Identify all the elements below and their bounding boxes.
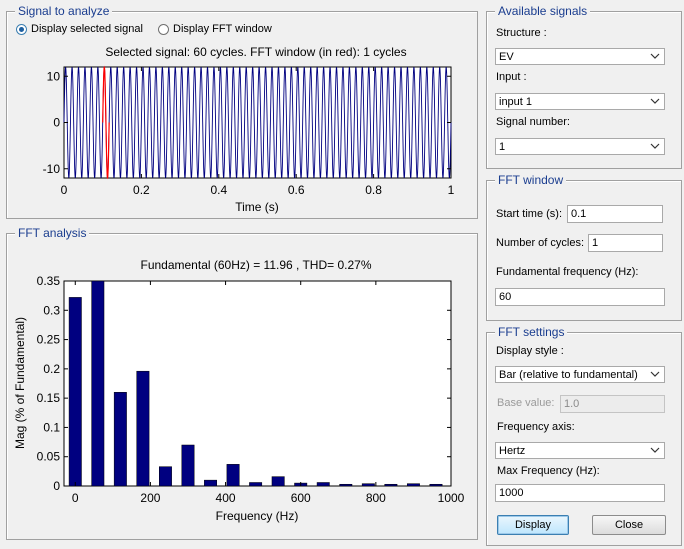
fft-y-tick-label: 0.25 — [37, 333, 61, 347]
fft-y-tick-label: 0.1 — [43, 420, 60, 434]
structure-label: Structure : — [496, 27, 547, 39]
signal-y-tick-label: 0 — [53, 116, 60, 130]
frequency-axis-label: Frequency axis: — [497, 421, 575, 433]
fft-bar — [159, 466, 172, 487]
fft-plot: Fundamental (60Hz) = 11.96 , THD= 0.27% … — [13, 258, 465, 523]
signal-x-tick-label: 0 — [61, 183, 68, 197]
input-dropdown[interactable]: input 1 — [495, 93, 665, 110]
structure-value: EV — [499, 51, 514, 63]
chevron-down-icon — [650, 143, 660, 149]
start-time-field[interactable]: 0.1 — [567, 205, 663, 223]
max-frequency-label: Max Frequency (Hz): — [497, 465, 600, 477]
number-of-cycles-field[interactable]: 1 — [588, 234, 663, 252]
fft-bar — [68, 297, 82, 487]
fft-y-tick-label: 0.3 — [43, 303, 60, 317]
fft-bar — [384, 483, 398, 487]
base-value-label: Base value: — [497, 397, 555, 409]
fft-y-tick-label: 0.2 — [43, 362, 60, 376]
fft-x-tick-label: 0 — [72, 491, 79, 505]
display-style-value: Bar (relative to fundamental) — [499, 369, 638, 381]
signal-xlabel: Time (s) — [235, 200, 279, 214]
radio-display-selected-signal[interactable] — [16, 24, 27, 35]
radio-display-selected-label[interactable]: Display selected signal — [31, 23, 143, 35]
fft-bar — [339, 483, 353, 487]
frequency-axis-value: Hertz — [499, 445, 526, 457]
fft-y-tick-label: 0.15 — [37, 391, 61, 405]
max-frequency-value: 1000 — [499, 487, 524, 499]
radio-display-fft-window[interactable] — [158, 24, 169, 35]
fft-x-tick-label: 400 — [216, 491, 236, 505]
fft-bar — [316, 482, 330, 487]
max-frequency-field[interactable]: 1000 — [495, 484, 665, 502]
fft-y-tick-label: 0.05 — [37, 450, 61, 464]
fft-bar — [429, 483, 443, 487]
signal-plot-title: Selected signal: 60 cycles. FFT window (… — [105, 45, 406, 59]
fft-x-tick-label: 1000 — [438, 491, 465, 505]
display-button[interactable]: Display — [497, 515, 569, 535]
fundamental-frequency-label: Fundamental frequency (Hz): — [496, 266, 639, 278]
fft-x-tick-label: 200 — [140, 491, 160, 505]
chevron-down-icon — [650, 53, 660, 59]
fft-settings-title: FFT settings — [495, 325, 568, 339]
chevron-down-icon — [650, 98, 660, 104]
fft-x-tick-label: 600 — [291, 491, 311, 505]
input-value: input 1 — [499, 96, 533, 108]
signal-x-tick-label: 0.8 — [365, 183, 382, 197]
fft-bar — [406, 483, 420, 487]
fft-bar — [226, 464, 240, 487]
start-time-label: Start time (s): — [496, 208, 563, 220]
fft-y-tick-label: 0 — [53, 479, 60, 493]
chevron-down-icon — [650, 371, 660, 377]
fft-bar — [361, 483, 375, 487]
fft-bar — [113, 392, 127, 487]
signal-number-value: 1 — [499, 141, 506, 153]
number-of-cycles-value: 1 — [592, 237, 599, 249]
fft-y-tick-label: 0.35 — [37, 274, 61, 288]
signal-x-tick-label: 0.2 — [133, 183, 150, 197]
signal-y-tick-label: 10 — [47, 69, 61, 83]
base-value-field[interactable]: 1.0 — [560, 395, 665, 413]
chevron-down-icon — [650, 447, 660, 453]
display-style-dropdown[interactable]: Bar (relative to fundamental) — [495, 366, 665, 383]
signal-x-tick-label: 0.6 — [288, 183, 305, 197]
fft-bar — [91, 280, 105, 487]
fft-x-tick-label: 800 — [366, 491, 386, 505]
fft-bar — [204, 479, 217, 487]
signal-y-tick-label: -10 — [43, 162, 61, 176]
input-label: Input : — [496, 71, 527, 83]
signal-plot: Selected signal: 60 cycles. FFT window (… — [43, 45, 455, 214]
display-style-label: Display style : — [496, 345, 564, 357]
start-time-value: 0.1 — [571, 208, 587, 220]
fft-xlabel: Frequency (Hz) — [216, 509, 299, 523]
signal-number-label: Signal number: — [496, 116, 570, 128]
fundamental-frequency-value: 60 — [499, 291, 512, 303]
fft-plot-title: Fundamental (60Hz) = 11.96 , THD= 0.27% — [140, 258, 371, 272]
available-signals-title: Available signals — [495, 4, 591, 18]
radio-display-fft-label[interactable]: Display FFT window — [173, 23, 272, 35]
number-of-cycles-label: Number of cycles: — [496, 237, 585, 249]
fundamental-frequency-field[interactable]: 60 — [495, 288, 665, 306]
fft-settings-panel: FFT settings — [486, 325, 682, 546]
signal-number-dropdown[interactable]: 1 — [495, 138, 665, 155]
close-button[interactable]: Close — [592, 515, 666, 535]
signal-x-tick-label: 1 — [448, 183, 455, 197]
signal-panel-title: Signal to analyze — [15, 4, 113, 18]
fft-bar — [249, 482, 263, 487]
structure-dropdown[interactable]: EV — [495, 48, 665, 65]
signal-x-tick-label: 0.4 — [210, 183, 227, 197]
fft-bar — [181, 444, 195, 487]
base-value-value: 1.0 — [564, 398, 580, 410]
frequency-axis-dropdown[interactable]: Hertz — [495, 442, 665, 459]
fft-ylabel: Mag (% of Fundamental) — [13, 317, 27, 449]
fft-bar — [136, 370, 150, 487]
fft-window-title: FFT window — [495, 173, 567, 187]
fft-bar — [271, 476, 285, 487]
fft-analysis-title: FFT analysis — [15, 226, 90, 240]
